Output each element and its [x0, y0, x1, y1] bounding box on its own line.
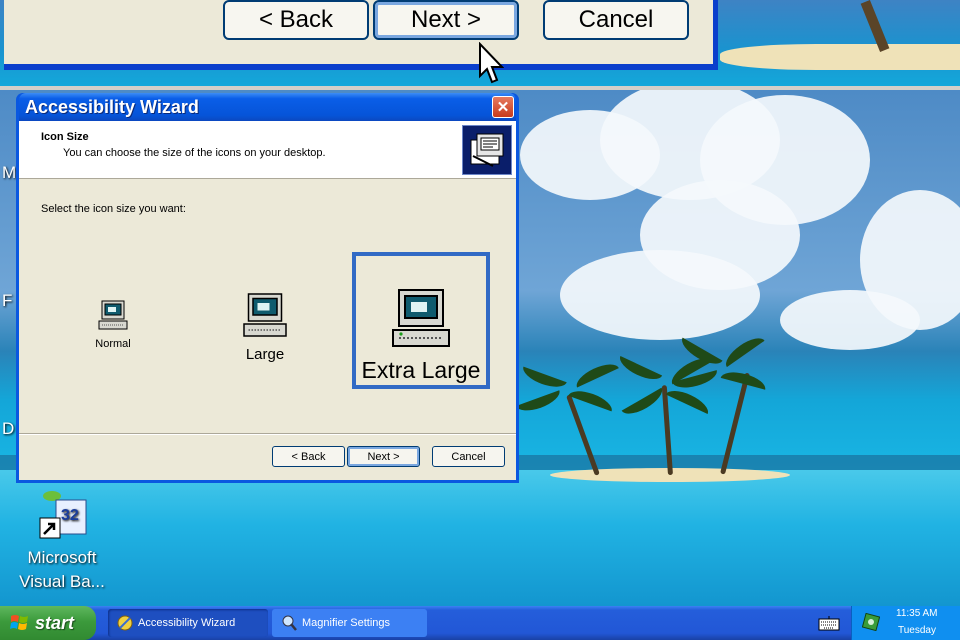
- computer-icon: [243, 293, 287, 337]
- sea: [0, 470, 960, 606]
- cancel-button[interactable]: Cancel: [432, 446, 505, 467]
- task-label: Magnifier Settings: [302, 617, 391, 629]
- next-button[interactable]: Next >: [347, 446, 420, 467]
- title-bar[interactable]: Accessibility Wizard ✕: [19, 93, 516, 121]
- desktop-label-fragment: M: [2, 163, 17, 182]
- start-button[interactable]: start: [0, 606, 96, 640]
- button-separator: [19, 433, 516, 435]
- desktop-icon-label-line1: Microsoft: [27, 548, 97, 567]
- option-label: Extra Large: [361, 357, 481, 383]
- icon-size-option-large[interactable]: Large: [225, 291, 305, 363]
- option-label: Normal: [95, 338, 131, 350]
- magnified-dialog: < Back Next > Cancel: [4, 0, 718, 70]
- back-button[interactable]: < Back: [272, 446, 345, 467]
- magnified-next-button[interactable]: Next >: [373, 0, 519, 40]
- cloud: [780, 290, 920, 350]
- magnified-back-button[interactable]: < Back: [223, 0, 369, 40]
- svg-text:32: 32: [61, 507, 79, 524]
- magnifier-divider[interactable]: [0, 86, 960, 90]
- clock-time[interactable]: 11:35 AM: [896, 608, 938, 619]
- system-tray: 11:35 AM Tuesday: [851, 606, 960, 640]
- desktop-label-fragment: D: [2, 419, 15, 438]
- mouse-cursor-icon: [479, 42, 504, 84]
- computer-icon: [392, 289, 450, 347]
- cloud: [560, 250, 760, 340]
- accessibility-tray-icon[interactable]: [862, 613, 880, 631]
- icon-size-prompt: Select the icon size you want:: [41, 203, 186, 215]
- wizard-header-icon: [462, 125, 512, 175]
- icon-size-option-normal[interactable]: Normal: [81, 299, 145, 350]
- visual-basic-shortcut-icon: 32: [34, 484, 90, 546]
- window-title: Accessibility Wizard: [25, 96, 199, 117]
- accessibility-wizard-window: Accessibility Wizard ✕ Icon Size You can…: [16, 93, 519, 483]
- magnified-cancel-button[interactable]: Cancel: [543, 0, 689, 40]
- computer-icon: [98, 300, 128, 330]
- icon-size-option-extra-large[interactable]: Extra Large: [352, 252, 490, 389]
- keyboard-icon[interactable]: [818, 615, 840, 631]
- taskbar-item-accessibility-wizard[interactable]: Accessibility Wizard: [108, 609, 268, 637]
- wizard-header: Icon Size You can choose the size of the…: [19, 121, 516, 179]
- step-description: You can choose the size of the icons on …: [63, 147, 326, 159]
- taskbar-item-magnifier-settings[interactable]: Magnifier Settings: [272, 609, 427, 637]
- close-button[interactable]: ✕: [492, 96, 514, 118]
- magnifier-icon: [282, 615, 297, 631]
- accessibility-wizard-icon: [117, 615, 133, 631]
- task-label: Accessibility Wizard: [138, 617, 236, 629]
- start-label: start: [35, 612, 75, 633]
- option-label: Large: [245, 346, 285, 363]
- desktop-label-fragment: F: [2, 291, 13, 310]
- desktop-icon-label-line2: Visual Ba...: [19, 572, 105, 591]
- desktop-icon-visual-basic[interactable]: 32 Microsoft Visual Ba...: [8, 484, 116, 594]
- taskbar: start Accessibility Wizard Magnifier Set…: [0, 606, 960, 640]
- clock-day: Tuesday: [898, 625, 936, 636]
- magnified-island: [720, 44, 960, 70]
- step-title: Icon Size: [41, 131, 89, 143]
- close-icon: ✕: [496, 99, 510, 116]
- windows-logo-icon: [10, 615, 28, 630]
- wizard-client: Icon Size You can choose the size of the…: [19, 121, 516, 480]
